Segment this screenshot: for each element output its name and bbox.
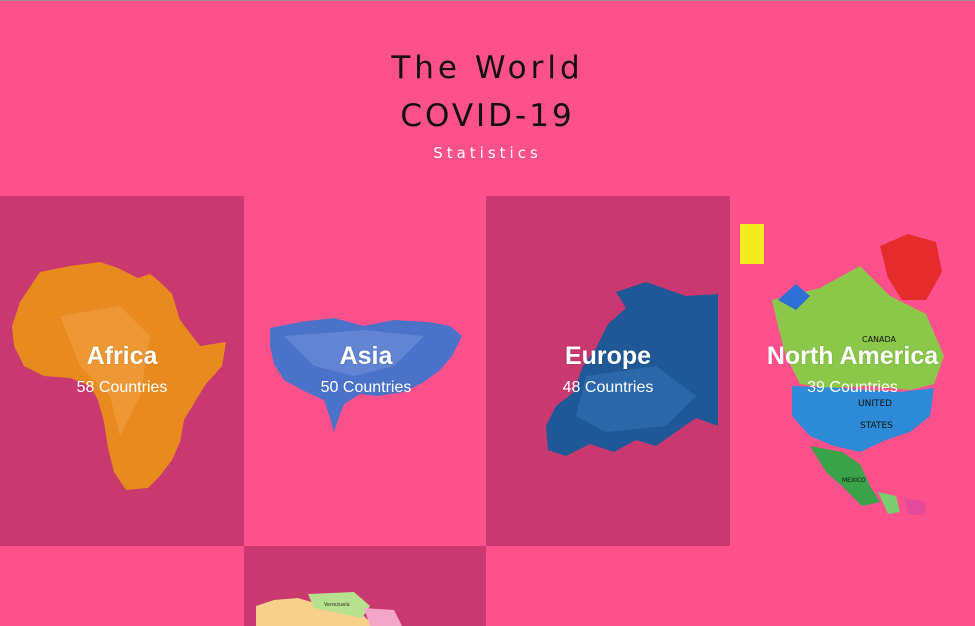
continent-grid: Africa 58 Countries Asia 50 Countries Eu… (0, 196, 975, 626)
country-count: 39 Countries (807, 379, 898, 396)
continent-card-row2-1[interactable] (0, 546, 244, 626)
africa-map-icon (12, 262, 226, 490)
continent-card-africa[interactable]: Africa 58 Countries (0, 196, 244, 546)
continent-name: Asia (339, 342, 393, 370)
continent-name: North America (766, 342, 939, 370)
north-america-map-icon: CANADA UNITED STATES MEXICO (740, 224, 944, 516)
page-title-line1: The World (391, 50, 584, 86)
page-header: The World COVID-19 Statistics (0, 0, 975, 196)
page-title-line2: COVID-19 (400, 98, 575, 134)
country-count: 48 Countries (562, 379, 654, 396)
europe-map-icon (546, 282, 718, 456)
continent-card-row2-3[interactable] (486, 546, 730, 626)
continent-card-europe[interactable]: Europe 48 Countries (486, 196, 730, 546)
continent-card-asia[interactable]: Asia 50 Countries (244, 196, 488, 546)
page-subtitle: Statistics (433, 144, 542, 162)
asia-map-icon (270, 318, 462, 432)
south-america-map-icon: Venezuela (256, 592, 402, 626)
country-count: 58 Countries (76, 379, 168, 396)
map-label-mexico: MEXICO (842, 477, 866, 484)
continent-card-south-america[interactable]: Venezuela (244, 546, 488, 626)
continent-name: Africa (86, 342, 158, 370)
continent-name: Europe (564, 342, 652, 370)
continent-card-north-america[interactable]: CANADA UNITED STATES MEXICO North Americ… (730, 196, 975, 546)
country-count: 50 Countries (320, 379, 412, 396)
map-label-united: UNITED (858, 399, 892, 409)
map-label-venezuela: Venezuela (324, 602, 350, 608)
continent-card-row2-4[interactable] (730, 546, 975, 626)
map-label-states: STATES (860, 421, 893, 431)
